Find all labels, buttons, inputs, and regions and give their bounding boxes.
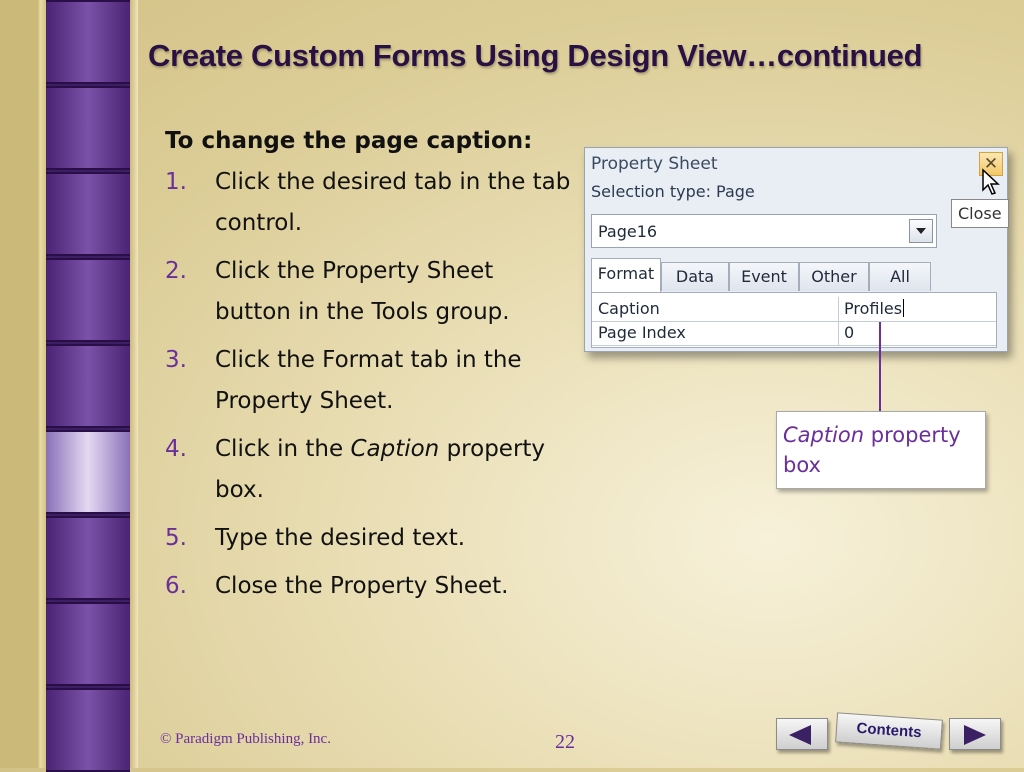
text-caret	[903, 299, 905, 317]
arrow-right-icon	[964, 725, 986, 745]
chevron-down-icon[interactable]	[909, 219, 933, 243]
step-text: Click the desired tab in the tab control…	[215, 169, 571, 236]
callout-italic: Caption	[783, 423, 865, 447]
step-text: Close the Property Sheet.	[215, 573, 509, 599]
arrow-left-icon	[789, 725, 811, 745]
property-key: Page Index	[598, 323, 686, 342]
close-tooltip: Close	[951, 199, 1009, 228]
tab-all[interactable]: All	[869, 262, 931, 291]
row-divider	[838, 297, 839, 321]
step-text: Click in the Caption property box.	[215, 429, 575, 511]
step-item: 3. Click the Format tab in the Property …	[165, 340, 575, 422]
step-item: 5. Type the desired text.	[165, 518, 575, 559]
tab-data[interactable]: Data	[661, 262, 729, 291]
caption-callout-box: Caption property box	[776, 411, 986, 489]
column-segment-highlight	[46, 430, 130, 514]
step-item: 4. Click in the Caption property box.	[165, 429, 575, 511]
selection-combo[interactable]: Page16	[591, 214, 937, 248]
column-segment	[46, 688, 130, 772]
contents-button[interactable]: Contents	[835, 712, 943, 750]
step-text: Click the Format tab in the Property She…	[215, 347, 522, 414]
step-text: Type the desired text.	[215, 525, 466, 551]
property-grid: Caption Profiles Page Index 0	[591, 292, 997, 348]
mouse-pointer-icon	[982, 168, 1000, 195]
caption-value-text: Profiles	[844, 299, 903, 318]
tab-format[interactable]: Format	[591, 258, 661, 292]
column-segment	[46, 172, 130, 256]
column-segment	[46, 602, 130, 686]
property-row-caption[interactable]: Caption Profiles	[592, 297, 996, 322]
copyright-text: © Paradigm Publishing, Inc.	[160, 731, 331, 747]
column-segment	[46, 516, 130, 600]
page-number: 22	[555, 731, 575, 753]
caption-value-field[interactable]: Profiles	[844, 299, 905, 318]
column-segment	[46, 258, 130, 342]
step-text-italic: Caption	[350, 436, 440, 462]
step-number: 2.	[165, 258, 187, 284]
step-number: 4.	[165, 436, 187, 462]
step-number: 5.	[165, 525, 187, 551]
next-slide-button[interactable]	[949, 718, 1001, 750]
previous-slide-button[interactable]	[776, 718, 828, 750]
tab-other[interactable]: Other	[799, 262, 869, 291]
column-segment	[46, 86, 130, 170]
callout-connector-line	[879, 322, 881, 412]
slide-title: Create Custom Forms Using Design View…co…	[148, 38, 923, 73]
step-item: 6. Close the Property Sheet.	[165, 566, 575, 607]
property-key: Caption	[598, 299, 660, 318]
instructions: To change the page caption: 1. Click the…	[165, 128, 575, 614]
step-number: 1.	[165, 169, 187, 195]
steps-list: 1. Click the desired tab in the tab cont…	[165, 162, 575, 607]
column-segment	[46, 344, 130, 428]
property-row-page-index[interactable]: Page Index 0	[592, 321, 996, 346]
property-sheet-title: Property Sheet	[591, 154, 718, 174]
step-text-part: Click in the	[215, 436, 351, 462]
step-number: 3.	[165, 347, 187, 373]
instructions-heading: To change the page caption:	[165, 128, 533, 154]
purple-column	[46, 0, 130, 772]
strip-edge	[130, 0, 138, 768]
step-item: 2. Click the Property Sheet button in th…	[165, 251, 575, 333]
step-item: 1. Click the desired tab in the tab cont…	[165, 162, 575, 244]
selection-type-label: Selection type: Page	[591, 182, 755, 201]
selection-combo-value: Page16	[598, 222, 658, 241]
step-text: Click the Property Sheet button in the T…	[215, 258, 510, 325]
property-sheet-screenshot: Property Sheet ✕ Close Selection type: P…	[584, 147, 1009, 352]
row-divider	[838, 321, 839, 345]
property-value[interactable]: 0	[844, 323, 854, 342]
column-segment	[46, 0, 130, 84]
step-number: 6.	[165, 573, 187, 599]
tab-event[interactable]: Event	[729, 262, 799, 291]
